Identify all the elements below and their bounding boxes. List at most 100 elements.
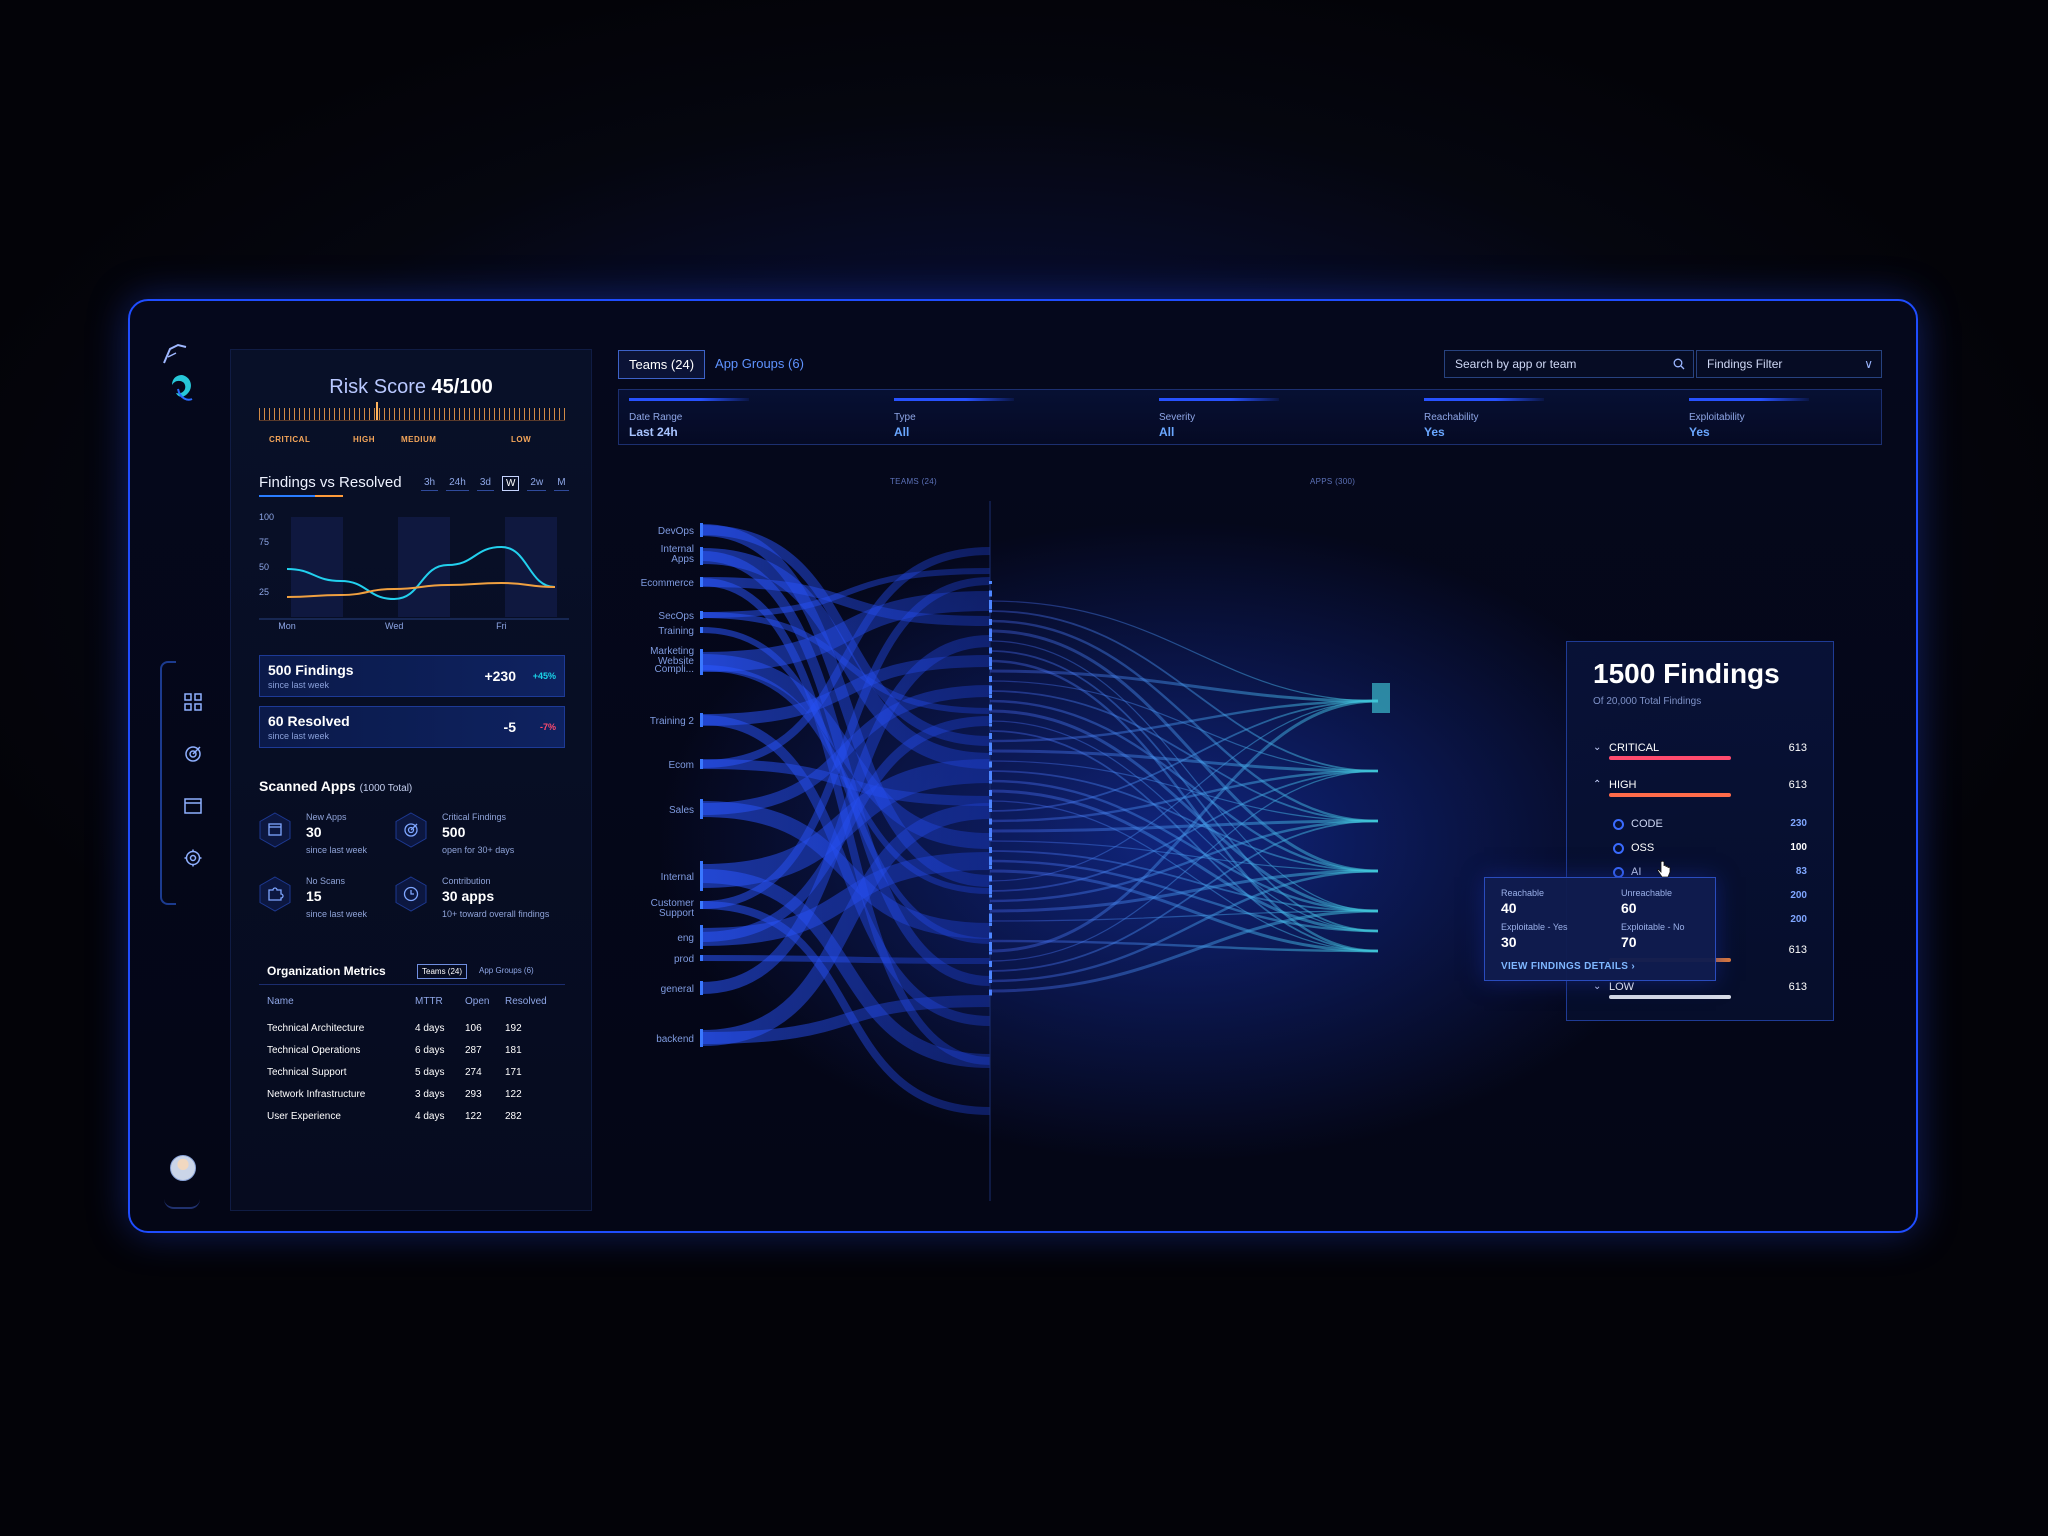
tab-teams[interactable]: Teams (24) (618, 350, 706, 379)
app-node[interactable] (989, 894, 992, 898)
table-row[interactable]: Network Infrastructure 3 days 293 122 (267, 1089, 567, 1111)
team-node[interactable] (700, 759, 703, 769)
filter-reachability[interactable]: Reachability Yes (1414, 390, 1654, 444)
high-child-oss[interactable]: OSS 100 (1613, 842, 1807, 858)
table-row[interactable]: User Experience 4 days 122 282 (267, 1111, 567, 1133)
team-label[interactable]: Support (659, 908, 694, 919)
team-node[interactable] (700, 955, 703, 961)
team-app-link[interactable] (701, 955, 991, 964)
range-tab-2w[interactable]: 2w (527, 476, 547, 491)
app-node[interactable] (989, 666, 992, 670)
target-icon[interactable] (180, 741, 206, 767)
app-node[interactable] (989, 581, 992, 584)
filter-date-range[interactable]: Date Range Last 24h (619, 390, 859, 444)
range-tab-3d[interactable]: 3d (476, 476, 494, 491)
app-node[interactable] (989, 904, 992, 910)
range-tab-week[interactable]: W (501, 476, 520, 491)
app-node[interactable] (989, 847, 992, 853)
team-node[interactable] (700, 665, 703, 671)
table-row[interactable]: Technical Architecture 4 days 106 192 (267, 1023, 567, 1045)
window-icon[interactable] (180, 793, 206, 819)
filter-exploitability[interactable]: Exploitability Yes (1679, 390, 1916, 444)
team-label[interactable]: Ecom (668, 760, 694, 771)
team-node[interactable] (700, 1029, 703, 1047)
table-row[interactable]: Technical Support 5 days 274 171 (267, 1067, 567, 1089)
app-node[interactable] (989, 885, 992, 894)
team-label[interactable]: Ecommerce (641, 578, 695, 589)
team-label[interactable]: backend (656, 1034, 694, 1045)
resolved-stat-card[interactable]: 60 Resolved since last week -5 -7% (259, 706, 565, 748)
col-resolved[interactable]: Resolved (505, 996, 567, 1023)
col-mttr[interactable]: MTTR (415, 996, 465, 1023)
dashboard-grid-icon[interactable] (180, 689, 206, 715)
range-tab-month[interactable]: M (554, 476, 569, 491)
contribution-stat[interactable]: Contribution 30 apps 10+ toward overall … (395, 876, 549, 932)
team-label[interactable]: general (661, 984, 694, 995)
team-label[interactable]: Apps (671, 554, 694, 565)
app-node[interactable] (989, 923, 992, 926)
col-name[interactable]: Name (267, 996, 415, 1023)
team-label[interactable]: prod (674, 954, 694, 965)
app-node[interactable] (989, 828, 992, 837)
team-node[interactable] (700, 577, 703, 587)
range-tab-24h[interactable]: 24h (446, 476, 469, 491)
team-label[interactable]: Training (658, 626, 694, 637)
app-node[interactable] (989, 961, 992, 967)
app-node[interactable] (989, 733, 992, 739)
col-open[interactable]: Open (465, 996, 505, 1023)
user-avatar[interactable] (170, 1155, 196, 1181)
team-node[interactable] (700, 649, 703, 675)
team-node[interactable] (700, 523, 703, 537)
table-row[interactable]: Technical Operations 6 days 287 181 (267, 1045, 567, 1067)
search-input[interactable]: Search by app or team (1444, 350, 1694, 378)
view-findings-details-link[interactable]: VIEW FINDINGS DETAILS › (1501, 961, 1635, 972)
app-node[interactable] (989, 866, 992, 869)
app-node[interactable] (989, 761, 992, 768)
app-node[interactable] (989, 723, 992, 727)
findings-stat-card[interactable]: 500 Findings since last week +230 +45% (259, 655, 565, 697)
chart-band (398, 517, 450, 617)
critical-findings-stat[interactable]: Critical Findings 500 open for 30+ days (395, 812, 545, 868)
team-node[interactable] (700, 981, 703, 995)
tab-app-groups[interactable]: App Groups (6) (705, 350, 814, 379)
no-scans-stat[interactable]: No Scans 15 since last week (259, 876, 409, 932)
range-tab-3h[interactable]: 3h (421, 476, 439, 491)
team-node[interactable] (700, 799, 703, 819)
logo-icon[interactable] (168, 373, 196, 403)
app-node[interactable] (989, 714, 992, 723)
app-node[interactable] (989, 932, 992, 939)
team-label[interactable]: eng (677, 933, 694, 944)
app-node[interactable] (989, 685, 992, 695)
cell-open: 106 (465, 1023, 482, 1034)
severity-row-critical[interactable]: ⌄ CRITICAL 613 (1593, 742, 1807, 768)
high-child-code[interactable]: CODE 230 (1613, 818, 1807, 834)
severity-row-low[interactable]: ⌄ LOW 613 (1593, 981, 1807, 1007)
org-tab-teams[interactable]: Teams (24) (417, 964, 468, 979)
team-node[interactable] (700, 713, 703, 727)
findings-filter-dropdown[interactable]: Findings Filter ∨ (1696, 350, 1882, 378)
team-node[interactable] (700, 901, 703, 909)
app-node[interactable] (989, 837, 992, 841)
team-label[interactable]: Training 2 (650, 716, 695, 727)
new-apps-stat[interactable]: New Apps 30 since last week (259, 812, 409, 868)
team-node[interactable] (700, 861, 703, 891)
team-label[interactable]: SecOps (658, 611, 694, 622)
app-node[interactable] (989, 771, 992, 780)
filter-severity[interactable]: Severity All (1149, 390, 1389, 444)
severity-row-high[interactable]: ⌃ HIGH 613 (1593, 779, 1807, 805)
team-label[interactable]: DevOps (658, 526, 694, 537)
team-node[interactable] (700, 547, 703, 565)
team-label[interactable]: Compli... (655, 664, 694, 675)
risk-score-value: 45/100 (431, 376, 493, 398)
team-label[interactable]: Internal (661, 872, 694, 883)
settings-gear-icon[interactable] (180, 845, 206, 871)
filter-type[interactable]: Type All (884, 390, 1124, 444)
no-scans-label: No Scans (306, 876, 346, 886)
team-node[interactable] (700, 611, 703, 619)
app-node[interactable] (989, 695, 992, 698)
team-node[interactable] (700, 627, 703, 633)
team-node[interactable] (700, 925, 703, 949)
org-tab-app-groups[interactable]: App Groups (6) (475, 964, 538, 979)
app-node[interactable] (989, 590, 992, 597)
team-label[interactable]: Sales (669, 805, 694, 816)
